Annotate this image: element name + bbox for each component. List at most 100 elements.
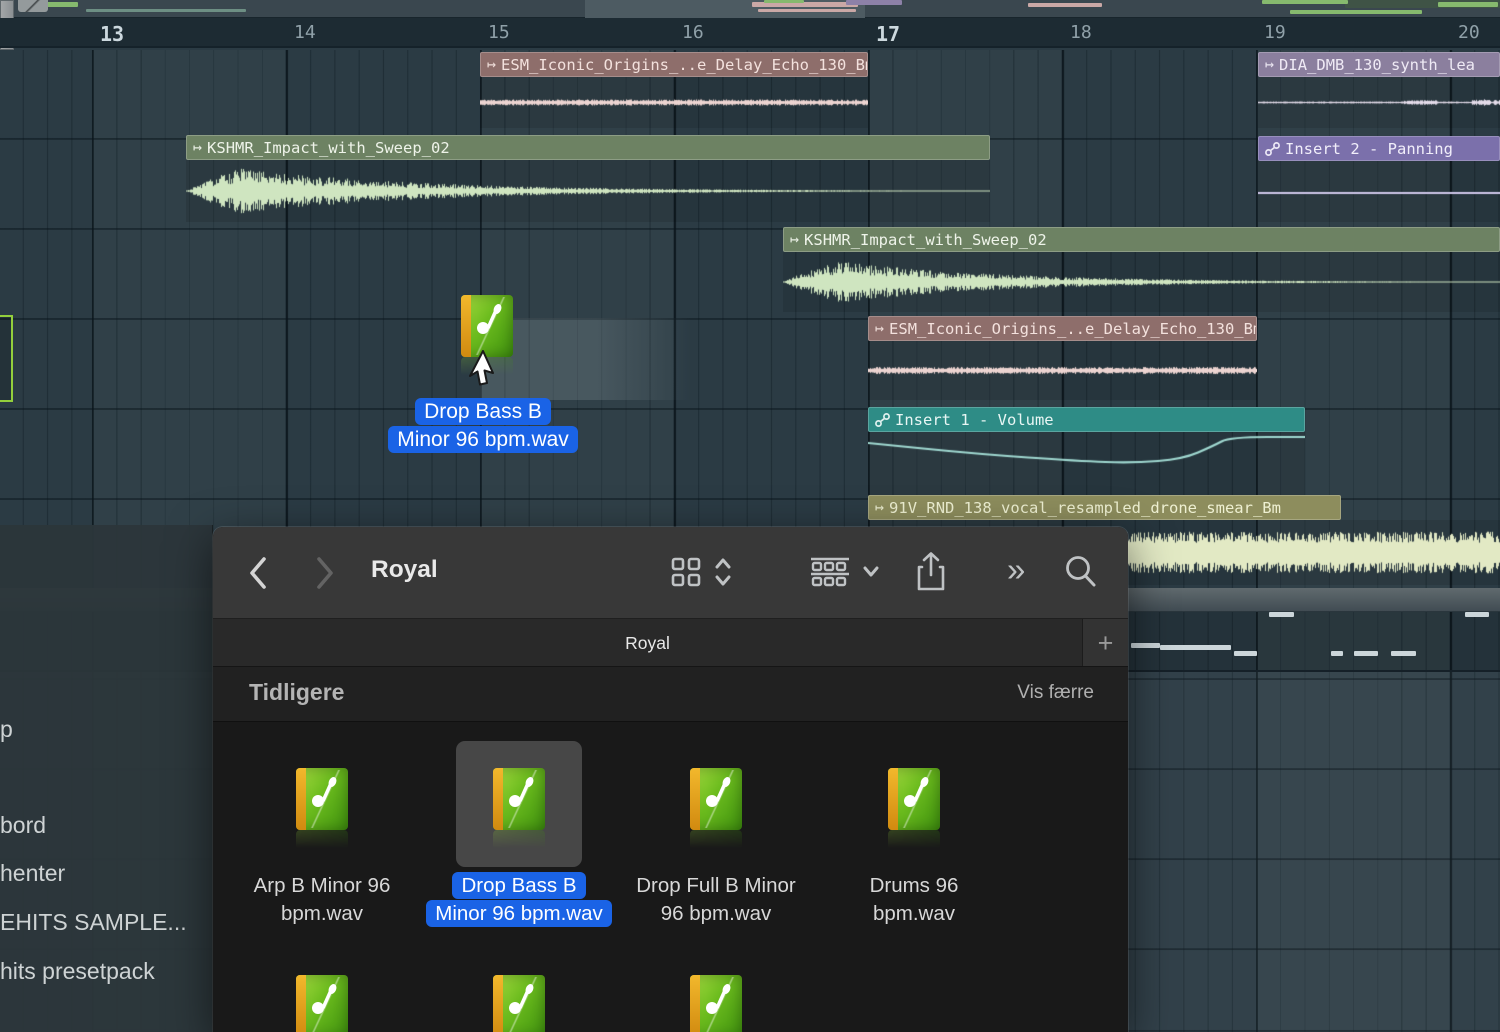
file-label: Arp B Minor 96bpm.wav (224, 872, 420, 928)
group-chevron-down-icon[interactable] (861, 564, 881, 580)
clip-audio[interactable]: ↦DIA_DMB_130_synth_lea (1258, 52, 1500, 128)
sidebar-item[interactable]: bord (0, 812, 46, 839)
overview-mini-clip (1438, 2, 1498, 7)
clip-header[interactable]: ↦ESM_Iconic_Origins_..e_Delay_Echo_130_B… (868, 316, 1257, 341)
playlist-timebar[interactable]: 1314151617181920 (0, 18, 1500, 48)
clip-name: ESM_Iconic_Origins_..e_Delay_Echo_130_Bm (889, 320, 1257, 338)
midi-note (1269, 612, 1294, 617)
back-button[interactable] (246, 555, 270, 591)
wav-file-icon (493, 768, 545, 830)
share-icon[interactable] (914, 551, 948, 593)
timebar-number-19: 19 (1264, 22, 1286, 43)
file-icon-partial[interactable] (493, 975, 545, 1032)
file-item[interactable]: Drop Bass BMinor 96 bpm.wav (421, 722, 617, 962)
playlist-overview-strip[interactable] (0, 0, 1500, 18)
icon-reflection (296, 830, 348, 850)
wav-file-icon (888, 768, 940, 830)
clip-header[interactable]: ↦ KSHMR_Impact_with_Sweep_02 (783, 227, 1500, 252)
slice-tool-tab[interactable] (18, 0, 48, 12)
music-note-icon (310, 776, 338, 810)
overview-mini-clip (1262, 0, 1348, 4)
sidebar-item[interactable]: p (0, 716, 13, 743)
clip-automation[interactable]: Insert 1 - Volume (868, 407, 1305, 495)
forward-button[interactable] (313, 555, 337, 591)
finder-tab-bar: Royal + (213, 618, 1128, 666)
clip-audio[interactable]: ↦ESM_Iconic_Origins_..e_Delay_Echo_130_B… (480, 52, 868, 128)
section-header: Tidligere Vis færre (213, 666, 1128, 722)
wav-file-icon (461, 295, 513, 357)
music-note-icon (902, 776, 930, 810)
search-icon[interactable] (1063, 553, 1099, 591)
audio-clip-icon: ↦ (487, 57, 496, 72)
music-note-icon (704, 983, 732, 1017)
file-icon-partial[interactable] (296, 975, 348, 1032)
file-icon-partial[interactable] (690, 975, 742, 1032)
waveform (783, 252, 1500, 312)
show-fewer-link[interactable]: Vis færre (1017, 682, 1094, 704)
overview-mini-clip (758, 9, 856, 12)
automation-clip-icon (875, 413, 890, 427)
clip-audio[interactable]: ↦ KSHMR_Impact_with_Sweep_02 (783, 227, 1500, 312)
midi-note (1331, 651, 1343, 656)
audio-clip-icon: ↦ (790, 232, 799, 247)
overview-mini-clip (86, 9, 246, 12)
file-label-line1: Drop Full B Minor (618, 872, 814, 900)
icon-reflection (690, 830, 742, 850)
file-icon-wrap (296, 768, 348, 850)
midi-note (1465, 612, 1489, 617)
drag-cursor (466, 350, 496, 386)
automation-clip-icon (1265, 142, 1280, 156)
view-chevrons-icon[interactable] (713, 555, 733, 589)
file-item[interactable]: Arp B Minor 96bpm.wav (224, 722, 420, 962)
file-item[interactable]: Drums 96bpm.wav (816, 722, 1012, 962)
clip-automation[interactable]: Insert 2 - Panning (1258, 136, 1500, 222)
waveform (480, 77, 868, 128)
section-title: Tidligere (249, 679, 344, 706)
finder-sidebar: p bord henter EHITS SAMPLE... hits presetpac… (0, 525, 213, 1032)
wav-file-icon (493, 975, 545, 1032)
clip-name: Insert 1 - Volume (895, 411, 1054, 429)
clip-audio[interactable]: ↦ESM_Iconic_Origins_..e_Delay_Echo_130_B… (868, 316, 1257, 400)
timebar-number-17: 17 (876, 22, 900, 46)
wav-file-icon (690, 768, 742, 830)
music-note-icon (507, 983, 535, 1017)
clip-header[interactable]: ↦91V_RND_138_vocal_resampled_drone_smear… (868, 495, 1341, 520)
wav-file-icon (296, 768, 348, 830)
clip-header[interactable]: Insert 1 - Volume (868, 407, 1305, 432)
clip-header[interactable]: ↦ESM_Iconic_Origins_..e_Delay_Echo_130_B… (480, 52, 868, 77)
music-note-icon (475, 303, 503, 337)
clip-name: KSHMR_Impact_with_Sweep_02 (207, 139, 450, 157)
drag-label-line1: Drop Bass B (415, 398, 551, 425)
wav-file-icon (296, 975, 348, 1032)
icon-view-icon[interactable] (670, 556, 702, 588)
file-item[interactable]: Drop Full B Minor96 bpm.wav (618, 722, 814, 962)
audio-clip-icon: ↦ (875, 500, 884, 515)
sidebar-item[interactable]: henter (0, 860, 65, 887)
selected-clip-edge[interactable] (0, 315, 13, 402)
more-toolbar-items-button[interactable]: » (1007, 551, 1025, 589)
midi-note (1234, 651, 1257, 656)
file-label-line2: bpm.wav (816, 900, 1012, 928)
clip-header[interactable]: ↦KSHMR_Impact_with_Sweep_02 (186, 135, 990, 160)
clip-header[interactable]: ↦DIA_DMB_130_synth_lea (1258, 52, 1500, 77)
sidebar-item[interactable]: EHITS SAMPLE... (0, 909, 187, 936)
file-label-line2: Minor 96 bpm.wav (426, 900, 611, 927)
clip-header[interactable]: Insert 2 - Panning (1258, 136, 1500, 161)
clip-audio[interactable]: ↦KSHMR_Impact_with_Sweep_02 (186, 135, 990, 222)
new-tab-button[interactable]: + (1082, 619, 1128, 667)
waveform (868, 341, 1257, 400)
tab-royal[interactable]: Royal (213, 619, 1082, 667)
sidebar-item[interactable]: hits presetpack (0, 958, 155, 985)
icon-reflection (888, 830, 940, 850)
group-by-icon[interactable] (809, 556, 851, 588)
midi-note (1160, 645, 1231, 650)
wav-file-icon (690, 975, 742, 1032)
timebar-number-16: 16 (682, 22, 704, 43)
file-label-line2: bpm.wav (224, 900, 420, 928)
file-icon-wrap (690, 768, 742, 850)
timebar-number-13: 13 (100, 22, 124, 46)
file-label-line1: Arp B Minor 96 (224, 872, 420, 900)
file-icon-wrap (493, 768, 545, 850)
drag-label-line2: Minor 96 bpm.wav (388, 426, 578, 453)
clip-name: KSHMR_Impact_with_Sweep_02 (804, 231, 1047, 249)
